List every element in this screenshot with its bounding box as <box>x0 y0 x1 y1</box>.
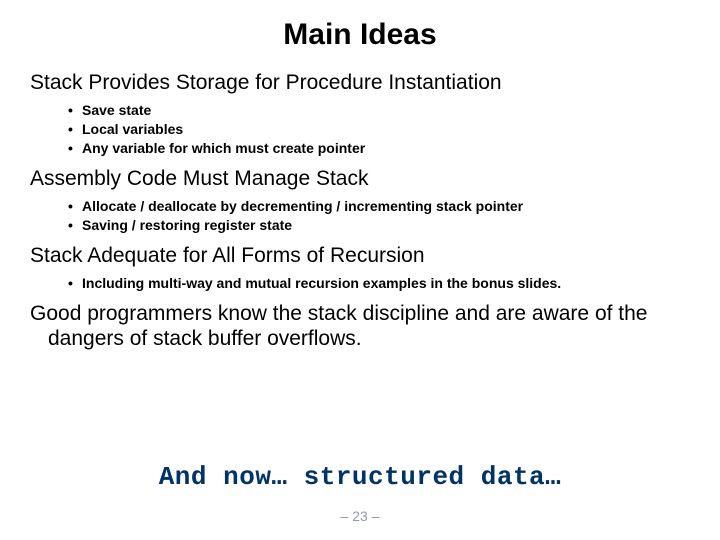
footer-text: And now… structured data… <box>0 462 720 492</box>
bullet-list-1: Save state Local variables Any variable … <box>30 101 690 158</box>
section-heading-1: Stack Provides Storage for Procedure Ins… <box>30 70 690 95</box>
slide-title: Main Ideas <box>30 18 690 52</box>
section-heading-4: Good programmers know the stack discipli… <box>30 301 690 351</box>
list-item: Saving / restoring register state <box>68 216 690 235</box>
section-heading-3: Stack Adequate for All Forms of Recursio… <box>30 243 690 268</box>
page-number: – 23 – <box>0 508 720 524</box>
bullet-list-2: Allocate / deallocate by decrementing / … <box>30 197 690 235</box>
list-item: Including multi-way and mutual recursion… <box>68 274 690 293</box>
section-heading-2: Assembly Code Must Manage Stack <box>30 166 690 191</box>
list-item: Local variables <box>68 120 690 139</box>
list-item: Any variable for which must create point… <box>68 139 690 158</box>
bullet-list-3: Including multi-way and mutual recursion… <box>30 274 690 293</box>
list-item: Save state <box>68 101 690 120</box>
list-item: Allocate / deallocate by decrementing / … <box>68 197 690 216</box>
